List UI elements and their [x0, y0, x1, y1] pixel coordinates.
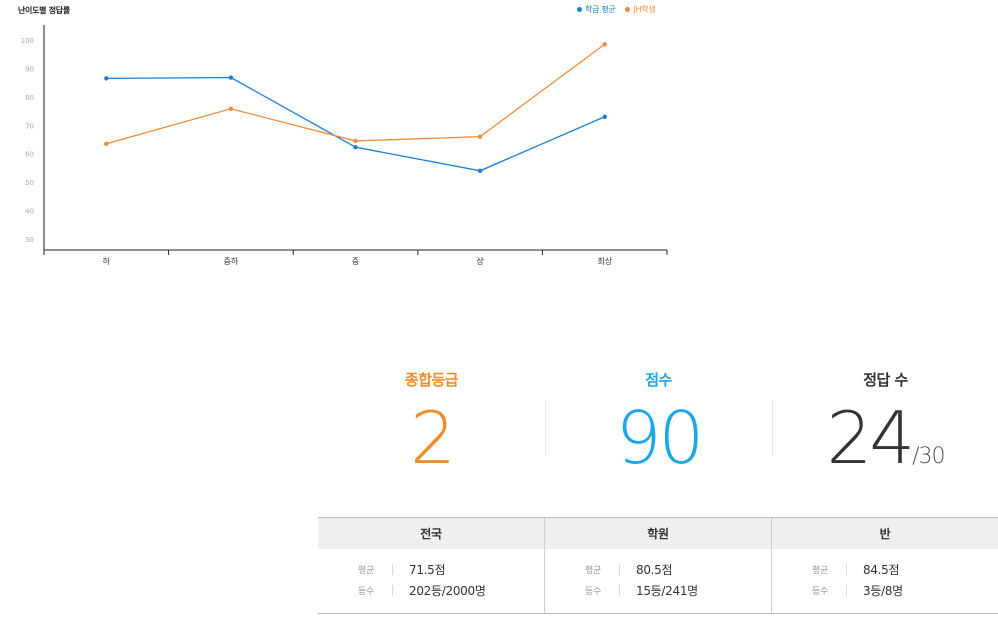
avg-value: 84.5점	[863, 563, 900, 577]
correct-count-total: /30	[912, 444, 945, 469]
header-class: 반	[771, 518, 998, 549]
row-divider	[846, 564, 847, 575]
comparison-col-national: 평균 71.5점 등수 202등/2000명	[318, 549, 544, 613]
comparison-body: 평균 71.5점 등수 202등/2000명 평균 80.5점 등수 15등/2…	[318, 549, 998, 613]
data-point	[477, 134, 483, 139]
row-divider	[619, 564, 620, 575]
data-point	[353, 144, 358, 150]
data-point	[602, 42, 607, 47]
data-point	[228, 75, 234, 80]
data-point	[353, 138, 358, 144]
score-value: 90	[615, 396, 705, 480]
avg-key: 평균	[358, 566, 374, 576]
grade-label: 종합등급	[404, 371, 459, 389]
series-line-class-average	[106, 76, 605, 172]
row-divider	[392, 564, 393, 575]
correct-count-label: 정답 수	[863, 371, 908, 389]
avg-value: 71.5점	[409, 563, 446, 577]
rank-value: 3등/8명	[863, 584, 903, 598]
rank-key: 등수	[585, 587, 601, 597]
rank-key: 등수	[358, 587, 374, 597]
y-tick-label: 30	[25, 236, 34, 244]
series-line-student	[106, 43, 606, 145]
correct-count-value: 24	[826, 396, 915, 480]
y-tick-label: 40	[25, 208, 34, 216]
y-tick-label: 90	[25, 65, 34, 73]
score-label: 점수	[645, 371, 672, 389]
comparison-table: 전국 학원 반 평균 71.5점 등수 202등/2000명 평균 80.5점	[318, 517, 998, 614]
comparison-col-academy: 평균 80.5점 등수 15등/241명	[544, 549, 771, 613]
header-national: 전국	[420, 527, 442, 541]
avg-row: 평균 80.5점	[545, 559, 771, 580]
rank-row: 등수 15등/241명	[545, 580, 771, 601]
line-chart: 30 40 50 60 70 80 90 100 하 중하 중 상 최상	[21, 25, 668, 266]
grade-value: 2	[410, 396, 456, 480]
correct-count-value-wrap: 24/30	[772, 402, 998, 493]
y-tick-label: 80	[25, 94, 34, 102]
data-point	[228, 106, 234, 111]
rank-row: 등수 3등/8명	[772, 580, 998, 601]
avg-key: 평균	[812, 566, 828, 576]
y-tick-label: 70	[25, 122, 34, 130]
x-tick-label: 최상	[597, 256, 612, 266]
rank-value: 15등/241명	[636, 584, 698, 598]
y-tick-label: 60	[25, 151, 34, 159]
row-divider	[392, 585, 393, 596]
data-point	[104, 141, 109, 146]
stat-score: 점수 90	[545, 360, 772, 474]
x-tick-label: 중하	[224, 256, 239, 266]
comparison-col-class: 평균 84.5점 등수 3등/8명	[771, 549, 998, 613]
avg-value: 80.5점	[636, 563, 673, 577]
y-tick-label: 100	[21, 37, 34, 45]
y-tick-label: 50	[25, 179, 34, 187]
rank-row: 등수 202등/2000명	[318, 580, 544, 601]
data-point	[477, 168, 483, 173]
score-summary: 종합등급 2 점수 90 정답 수 24/30	[318, 360, 998, 474]
data-point	[602, 114, 607, 119]
x-tick-label: 상	[476, 256, 484, 266]
comparison-header-row: 전국 학원 반	[318, 518, 998, 549]
avg-row: 평균 84.5점	[772, 559, 998, 580]
row-divider	[619, 585, 620, 596]
row-divider	[846, 585, 847, 596]
avg-key: 평균	[585, 566, 601, 576]
stat-grade: 종합등급 2	[318, 360, 545, 474]
stat-correct-count: 정답 수 24/30	[772, 360, 998, 493]
x-tick-label: 하	[103, 256, 111, 266]
header-academy: 학원	[544, 518, 771, 549]
rank-value: 202등/2000명	[409, 584, 486, 598]
data-point	[104, 76, 109, 81]
rank-key: 등수	[812, 587, 828, 597]
avg-row: 평균 71.5점	[318, 559, 544, 580]
x-tick-label: 중	[352, 257, 359, 266]
